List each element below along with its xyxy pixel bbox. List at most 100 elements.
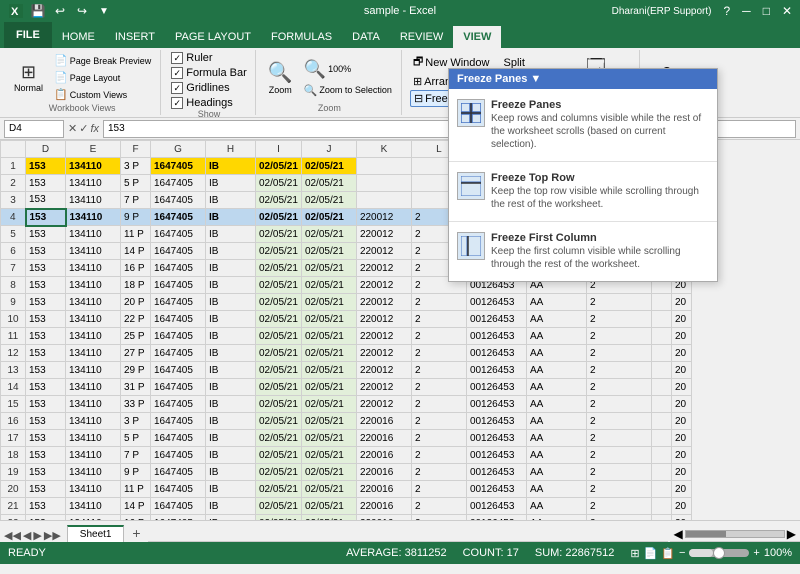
table-cell[interactable] <box>651 345 671 362</box>
row-num[interactable]: 21 <box>1 498 26 515</box>
sheet-nav-right[interactable]: ▶▶ <box>44 529 61 542</box>
scroll-left-icon[interactable]: ◀ <box>674 527 683 541</box>
table-cell[interactable]: 2 <box>411 481 466 498</box>
table-cell[interactable]: 7 P <box>121 447 151 464</box>
table-cell[interactable]: 220012 <box>356 379 411 396</box>
table-cell[interactable]: 220012 <box>356 243 411 260</box>
row-num[interactable]: 18 <box>1 447 26 464</box>
table-cell[interactable]: 1647405 <box>151 498 206 515</box>
view-layout-icon[interactable]: 📄 <box>644 547 658 560</box>
table-cell[interactable]: 1647405 <box>151 345 206 362</box>
tab-home[interactable]: HOME <box>52 26 105 48</box>
table-cell[interactable]: 20 P <box>121 294 151 311</box>
table-cell[interactable]: 1647405 <box>151 277 206 294</box>
table-cell[interactable]: 02/05/21 <box>256 158 302 175</box>
table-cell[interactable]: 220016 <box>356 464 411 481</box>
table-cell[interactable]: 2 <box>586 515 651 521</box>
table-cell[interactable]: 20 <box>671 481 691 498</box>
table-cell[interactable]: 02/05/21 <box>301 362 356 379</box>
table-cell[interactable]: 1647405 <box>151 209 206 226</box>
table-cell[interactable]: 134110 <box>66 328 121 345</box>
table-cell[interactable]: 134110 <box>66 277 121 294</box>
table-cell[interactable]: 33 P <box>121 396 151 413</box>
table-cell[interactable]: IB <box>206 413 256 430</box>
undo-icon[interactable]: ↩ <box>52 3 68 19</box>
tab-formulas[interactable]: FORMULAS <box>261 26 342 48</box>
table-cell[interactable]: 220016 <box>356 413 411 430</box>
table-cell[interactable] <box>356 158 411 175</box>
zoom-selection-btn[interactable]: 🔍 Zoom to Selection <box>301 83 395 98</box>
table-cell[interactable]: 9 P <box>121 209 151 226</box>
normal-btn[interactable]: ⊞ Normal <box>10 60 47 95</box>
formula-bar-checkbox[interactable]: ✓ <box>171 67 183 79</box>
row-num[interactable]: 17 <box>1 430 26 447</box>
close-btn[interactable]: ✕ <box>782 4 792 18</box>
table-cell[interactable]: 2 <box>411 464 466 481</box>
insert-function-icon[interactable]: fx <box>90 123 99 135</box>
table-cell[interactable]: 153 <box>26 260 66 277</box>
table-cell[interactable]: 5 P <box>121 430 151 447</box>
table-cell[interactable]: 00126453 <box>466 328 526 345</box>
table-cell[interactable]: AA <box>526 345 586 362</box>
table-cell[interactable]: 02/05/21 <box>301 481 356 498</box>
table-cell[interactable]: 20 <box>671 294 691 311</box>
table-cell[interactable]: 20 <box>671 396 691 413</box>
row-num[interactable]: 2 <box>1 175 26 192</box>
table-cell[interactable]: 153 <box>26 345 66 362</box>
table-cell[interactable]: AA <box>526 515 586 521</box>
table-cell[interactable]: 02/05/21 <box>256 515 302 521</box>
table-cell[interactable]: IB <box>206 498 256 515</box>
table-cell[interactable]: 02/05/21 <box>256 413 302 430</box>
table-cell[interactable]: 1647405 <box>151 396 206 413</box>
table-cell[interactable]: 134110 <box>66 175 121 192</box>
table-cell[interactable]: 20 <box>671 328 691 345</box>
table-cell[interactable] <box>651 481 671 498</box>
table-cell[interactable] <box>651 328 671 345</box>
table-cell[interactable]: 220012 <box>356 277 411 294</box>
table-cell[interactable]: 02/05/21 <box>256 175 302 192</box>
redo-icon[interactable]: ↪ <box>74 3 90 19</box>
row-num[interactable]: 3 <box>1 192 26 209</box>
minimize-btn[interactable]: ─ <box>742 4 751 18</box>
table-cell[interactable] <box>651 498 671 515</box>
table-cell[interactable]: 00126453 <box>466 430 526 447</box>
table-cell[interactable]: 134110 <box>66 379 121 396</box>
table-cell[interactable]: 2 <box>586 379 651 396</box>
table-cell[interactable]: IB <box>206 311 256 328</box>
table-cell[interactable]: 00126453 <box>466 447 526 464</box>
table-cell[interactable]: 153 <box>26 226 66 243</box>
table-cell[interactable]: 02/05/21 <box>301 515 356 521</box>
zoom-out-icon[interactable]: − <box>679 547 685 559</box>
ruler-check[interactable]: ✓ Ruler <box>171 52 247 64</box>
table-cell[interactable]: 220012 <box>356 294 411 311</box>
table-cell[interactable]: 1647405 <box>151 311 206 328</box>
table-cell[interactable]: 31 P <box>121 379 151 396</box>
row-num[interactable]: 20 <box>1 481 26 498</box>
row-num[interactable]: 4 <box>1 209 26 226</box>
table-cell[interactable]: 2 <box>586 498 651 515</box>
table-cell[interactable]: AA <box>526 413 586 430</box>
table-cell[interactable]: 02/05/21 <box>301 294 356 311</box>
table-cell[interactable]: 1647405 <box>151 175 206 192</box>
table-cell[interactable]: 2 <box>586 481 651 498</box>
table-cell[interactable]: 2 <box>411 515 466 521</box>
table-cell[interactable]: 20 <box>671 413 691 430</box>
table-cell[interactable]: 134110 <box>66 209 121 226</box>
table-cell[interactable] <box>651 396 671 413</box>
table-cell[interactable]: IB <box>206 158 256 175</box>
table-cell[interactable]: 14 P <box>121 498 151 515</box>
table-cell[interactable]: 02/05/21 <box>256 226 302 243</box>
table-cell[interactable]: 153 <box>26 498 66 515</box>
table-cell[interactable]: 153 <box>26 328 66 345</box>
table-cell[interactable] <box>651 430 671 447</box>
table-cell[interactable]: 2 <box>586 464 651 481</box>
table-cell[interactable] <box>651 413 671 430</box>
dropdown-item-1[interactable]: Freeze Top Row Keep the top row visible … <box>449 162 717 222</box>
table-cell[interactable]: 18 P <box>121 277 151 294</box>
table-cell[interactable]: AA <box>526 464 586 481</box>
dropdown-item-2[interactable]: Freeze First Column Keep the first colum… <box>449 222 717 281</box>
table-cell[interactable]: 1647405 <box>151 260 206 277</box>
table-cell[interactable]: 134110 <box>66 464 121 481</box>
save-icon[interactable]: 💾 <box>30 3 46 19</box>
table-cell[interactable]: 153 <box>26 209 66 226</box>
